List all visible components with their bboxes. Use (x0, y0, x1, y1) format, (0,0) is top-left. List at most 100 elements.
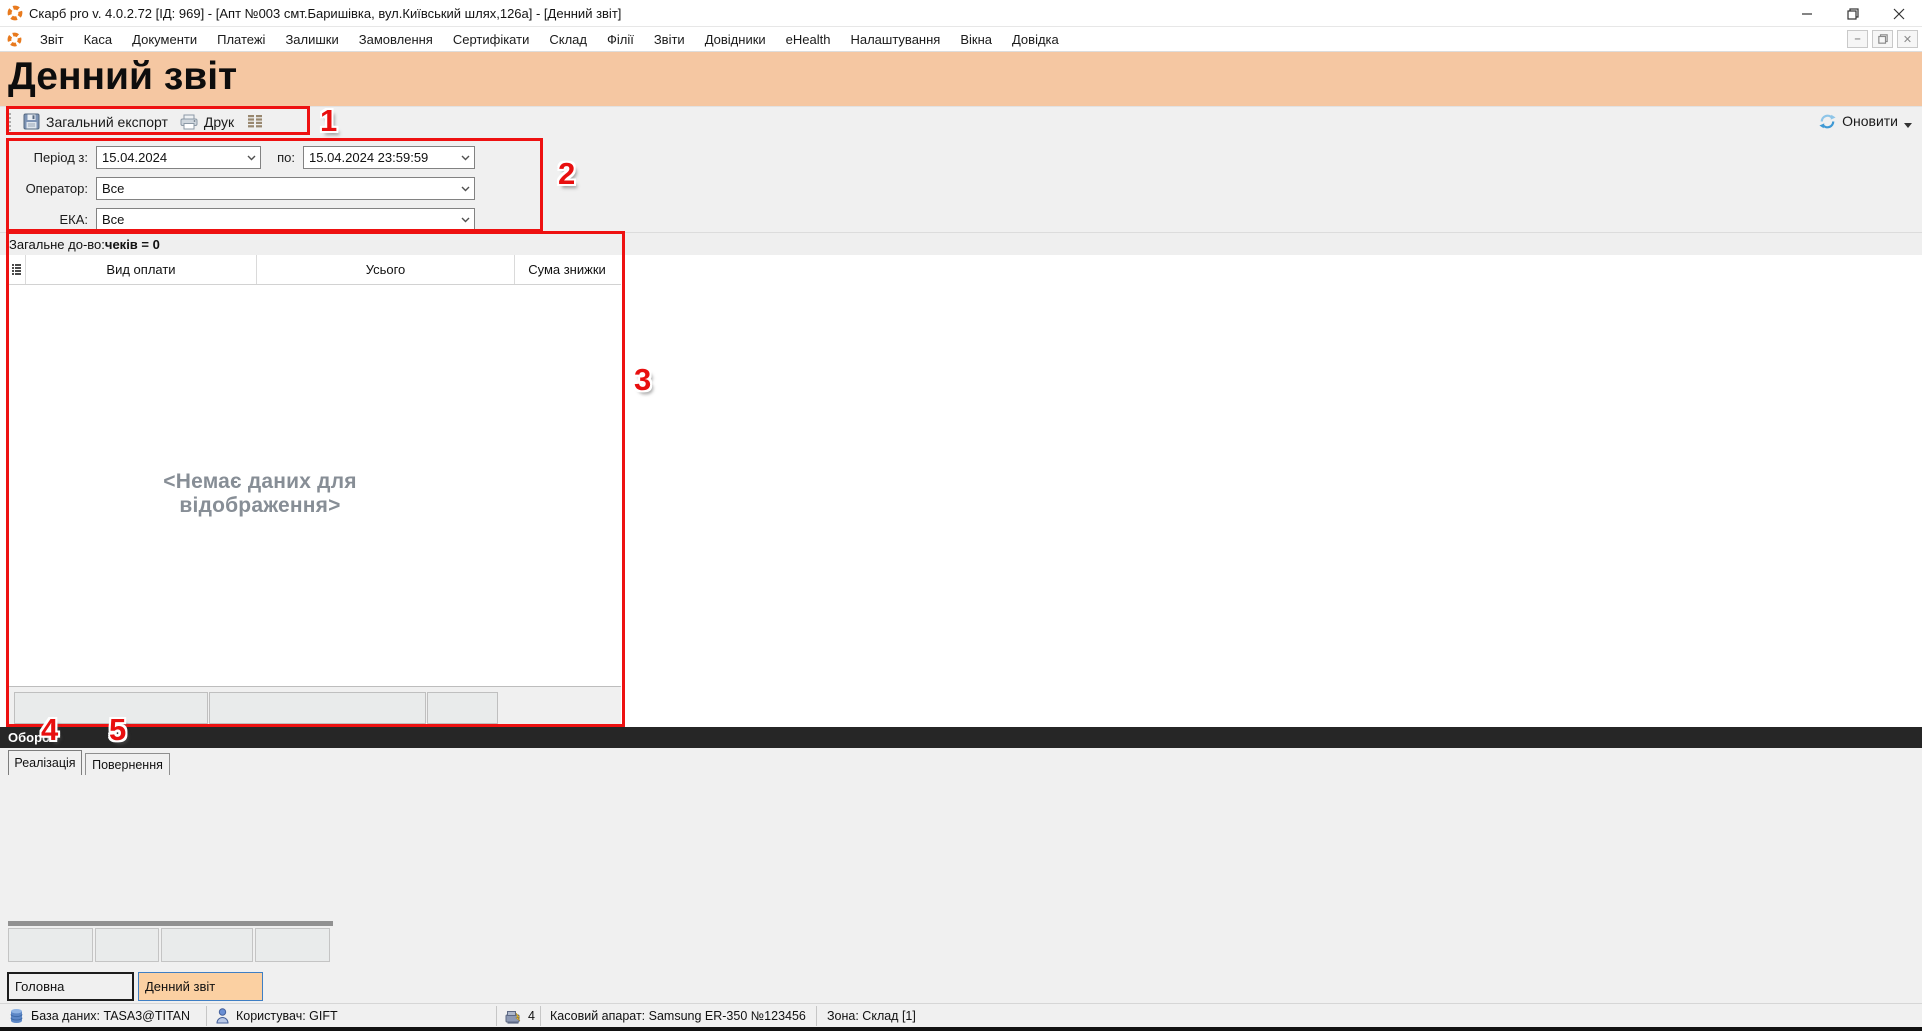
window-title: Скарб pro v. 4.0.2.72 [ІД: 969] - [Апт №… (29, 6, 621, 21)
database-icon (9, 1008, 24, 1024)
period-to-value: 15.04.2024 23:59:59 (309, 150, 456, 165)
status-cash-register-text: Касовий апарат: Samsung ER-350 №123456 (550, 1009, 806, 1023)
minimize-button[interactable] (1784, 0, 1830, 27)
export-button[interactable]: Загальний експорт (17, 111, 174, 132)
operator-select[interactable]: Все (96, 177, 475, 200)
status-cash-register: Касовий апарат: Samsung ER-350 №123456 (550, 1004, 806, 1028)
print-button[interactable]: Друк (174, 112, 240, 132)
status-database: База даних: TASA3@TITAN (9, 1004, 190, 1028)
menu-item-vikna[interactable]: Вікна (950, 32, 1002, 47)
menu-bar: Звіт Каса Документи Платежі Залишки Замо… (0, 27, 1922, 52)
menu-item-kasa[interactable]: Каса (74, 32, 123, 47)
summary-value: чеків = 0 (105, 237, 160, 252)
status-separator (816, 1006, 817, 1026)
column-header-discount[interactable]: Сума знижки (515, 255, 619, 284)
status-zone: Зона: Склад [1] (827, 1004, 916, 1028)
column-header-payment-type[interactable]: Вид оплати (26, 255, 257, 284)
menu-item-filii[interactable]: Філії (597, 32, 644, 47)
operator-label: Оператор: (6, 181, 88, 196)
status-database-text: База даних: TASA3@TITAN (31, 1009, 190, 1023)
menu-item-zvit[interactable]: Звіт (30, 32, 74, 47)
mdi-close-button[interactable]: ✕ (1897, 30, 1918, 48)
close-button[interactable] (1876, 0, 1922, 27)
status-separator (206, 1006, 207, 1026)
restore-button[interactable] (1830, 0, 1876, 27)
title-bar: Скарб pro v. 4.0.2.72 [ІД: 969] - [Апт №… (0, 0, 1922, 27)
period-to-input[interactable]: 15.04.2024 23:59:59 (303, 146, 475, 169)
status-separator (496, 1006, 497, 1026)
status-user-text: Користувач: GIFT (236, 1009, 338, 1023)
status-counter: 4 (505, 1004, 535, 1028)
status-separator (540, 1006, 541, 1026)
menu-item-nalashtuvannia[interactable]: Налаштування (840, 32, 950, 47)
report-toolbar: Загальний експорт Друк (0, 106, 1922, 136)
status-bar: База даних: TASA3@TITAN Користувач: GIFT… (0, 1003, 1922, 1027)
footer-cell (255, 928, 330, 962)
footer-cell (161, 928, 253, 962)
menu-item-dovidka[interactable]: Довідка (1002, 32, 1069, 47)
footer-cell (95, 928, 159, 962)
eka-value: Все (102, 212, 456, 227)
mdi-window-controls: – ✕ (1847, 30, 1918, 48)
receipts-summary-band: Загальне до-во: чеків = 0 (0, 232, 1922, 255)
mdi-restore-button[interactable] (1872, 30, 1893, 48)
app-logo-icon (7, 32, 22, 47)
save-icon (23, 113, 40, 130)
page-title: Денний звіт (8, 55, 1922, 99)
user-icon (216, 1008, 229, 1024)
refresh-button-label: Оновити (1842, 113, 1898, 129)
menu-item-platezhi[interactable]: Платежі (207, 32, 275, 47)
vat-grid-footer (8, 926, 333, 968)
operator-value: Все (102, 181, 456, 196)
bottom-edge (0, 1027, 1922, 1031)
menu-item-sertyfikaty[interactable]: Сертифікати (443, 32, 540, 47)
chevron-down-icon[interactable] (456, 217, 474, 223)
app-logo-icon (7, 5, 23, 21)
menu-item-sklad[interactable]: Склад (539, 32, 597, 47)
turnover-divider: Оборот (0, 727, 1922, 748)
printer-icon (180, 114, 198, 130)
footer-cell (8, 928, 93, 962)
payments-grid-footer (8, 686, 621, 727)
toolbar-grip[interactable] (8, 113, 11, 131)
refresh-button[interactable]: Оновити (1819, 108, 1912, 134)
status-zone-text: Зона: Склад [1] (827, 1009, 916, 1023)
annotation-number-3: 3 (634, 362, 651, 398)
mdi-minimize-button[interactable]: – (1847, 30, 1868, 48)
eka-select[interactable]: Все (96, 208, 475, 231)
tab-povernennia[interactable]: Повернення (85, 753, 170, 775)
column-header-total[interactable]: Усього (257, 255, 515, 284)
menu-item-dokumenty[interactable]: Документи (122, 32, 207, 47)
filter-panel: Період з: 15.04.2024 по: 15.04.2024 23:5… (0, 136, 1922, 232)
chevron-down-icon[interactable] (456, 155, 474, 161)
chevron-down-icon[interactable] (1904, 123, 1912, 128)
summary-label: Загальне до-во: (9, 237, 105, 252)
page-header: Денний звіт (0, 52, 1922, 106)
period-from-input[interactable]: 15.04.2024 (96, 146, 261, 169)
doc-tab-holovna[interactable]: Головна (7, 972, 134, 1001)
export-button-label: Загальний експорт (46, 114, 168, 130)
column-chooser-button[interactable] (240, 112, 270, 131)
period-from-value: 15.04.2024 (102, 150, 242, 165)
footer-cell (14, 692, 208, 724)
chevron-down-icon[interactable] (456, 186, 474, 192)
payments-grid-header: Вид оплати Усього Сума знижки (8, 255, 621, 285)
print-button-label: Друк (204, 114, 234, 130)
menu-item-zalyshky[interactable]: Залишки (275, 32, 348, 47)
refresh-icon (1819, 113, 1836, 130)
menu-item-zvity[interactable]: Звіти (644, 32, 695, 47)
period-to-label: по: (255, 150, 295, 165)
grid-corner-icon[interactable] (8, 255, 26, 284)
tab-realizatsiia[interactable]: Реалізація (8, 750, 82, 775)
turnover-divider-label: Оборот (8, 730, 56, 745)
menu-item-zamovlennia[interactable]: Замовлення (349, 32, 443, 47)
payments-grid-empty-message: <Немає даних для відображення> (84, 470, 436, 518)
eka-label: ЕКА: (6, 212, 88, 227)
menu-item-dovidnyky[interactable]: Довідники (695, 32, 776, 47)
doc-tab-dennyi-zvit[interactable]: Денний звіт (138, 972, 263, 1001)
status-user: Користувач: GIFT (216, 1004, 338, 1028)
status-counter-value: 4 (528, 1009, 535, 1023)
menu-item-ehealth[interactable]: eHealth (776, 32, 841, 47)
cash-register-icon (505, 1009, 521, 1024)
period-from-label: Період з: (6, 150, 88, 165)
